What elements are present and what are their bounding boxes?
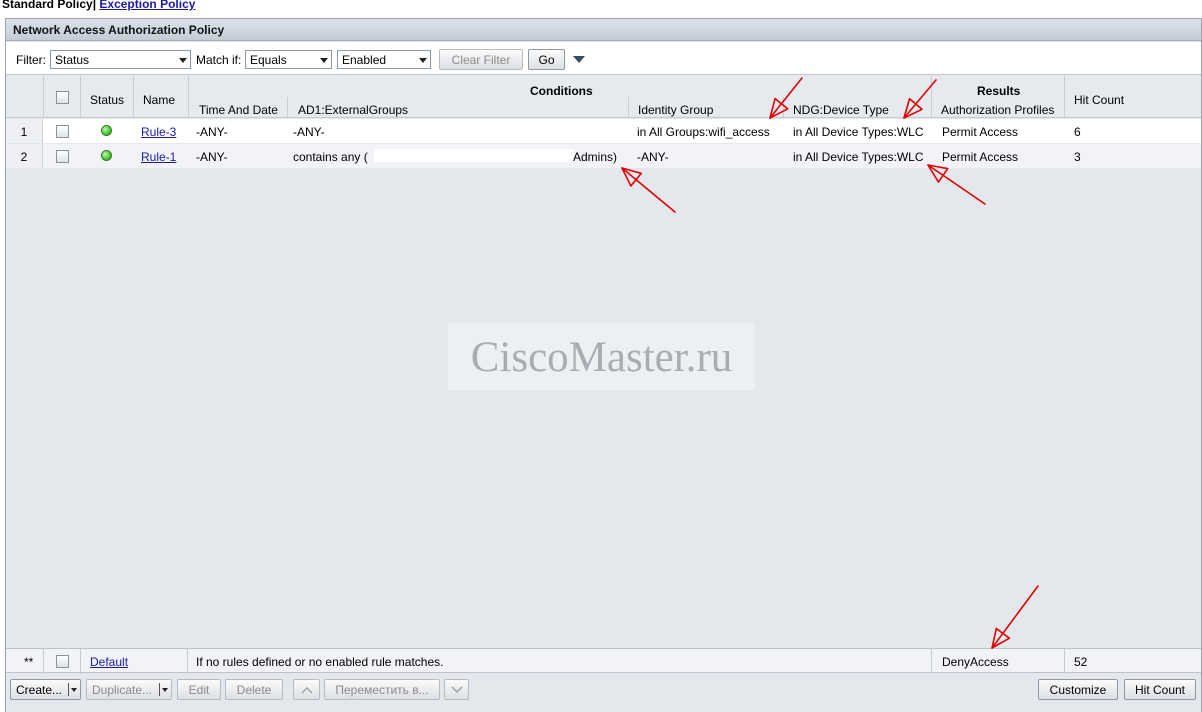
customize-button[interactable]: Customize (1038, 679, 1118, 700)
status-enabled-icon (101, 150, 112, 161)
column-time-and-date[interactable]: Time And Date (199, 103, 278, 117)
watermark: CiscoMaster.ru (448, 323, 755, 390)
column-divider (931, 649, 932, 674)
table-row[interactable]: 1 Rule-3 -ANY- -ANY- in All Groups:wifi_… (6, 119, 1201, 143)
tab-standard-policy[interactable]: Standard Policy (2, 0, 93, 11)
default-rule-row[interactable]: ** Default If no rules defined or no ena… (6, 648, 1201, 674)
chevron-down-icon[interactable] (162, 688, 168, 692)
status-enabled-icon (101, 125, 112, 136)
tab-separator: | (92, 0, 97, 11)
column-divider (133, 76, 134, 118)
table-empty-area (6, 169, 1201, 645)
ad-groups-value: -ANY- (293, 125, 325, 139)
chevron-down-icon (450, 686, 463, 694)
column-divider (80, 76, 81, 118)
default-authorization-profile: DenyAccess (942, 655, 1009, 669)
ad-groups-value-suffix: Admins) (573, 150, 618, 164)
duplicate-button[interactable]: Duplicate... (86, 679, 172, 700)
select-all-checkbox[interactable] (56, 91, 69, 104)
column-group-results: Results (977, 84, 1021, 98)
authorization-profile-value: Permit Access (942, 125, 1019, 139)
create-button[interactable]: Create... (10, 679, 81, 700)
duplicate-button-label: Duplicate... (92, 683, 153, 697)
table-row[interactable]: 2 Rule-1 -ANY- contains any ( Admins) -A… (6, 144, 1201, 168)
column-status[interactable]: Status (90, 93, 124, 107)
column-group-conditions: Conditions (530, 84, 593, 98)
go-button[interactable]: Go (528, 49, 565, 70)
column-divider (931, 76, 932, 118)
column-divider (287, 97, 288, 118)
filter-value: Enabled (342, 53, 387, 67)
chevron-down-icon[interactable] (71, 688, 77, 692)
device-type-value: in All Device Types:WLC (793, 125, 924, 139)
default-rule-marker: ** (24, 655, 34, 669)
device-type-value: in All Device Types:WLC (793, 150, 924, 164)
default-rule-checkbox[interactable] (56, 655, 69, 668)
tab-exception-policy[interactable]: Exception Policy (99, 0, 195, 11)
row-number: 2 (6, 144, 43, 168)
column-divider (1064, 76, 1065, 118)
column-device-type[interactable]: NDG:Device Type (793, 103, 889, 117)
column-authorization-profiles[interactable]: Authorization Profiles (941, 103, 1054, 117)
column-ad-external-groups[interactable]: AD1:ExternalGroups (298, 103, 408, 117)
chevron-down-icon (419, 58, 427, 63)
table-header: Status Name Conditions Time And Date AD1… (6, 76, 1201, 118)
row-number: 1 (6, 119, 43, 143)
time-and-date-value: -ANY- (196, 125, 228, 139)
match-operator-select[interactable]: Equals (245, 50, 332, 69)
column-name[interactable]: Name (143, 93, 175, 107)
identity-group-value: in All Groups:wifi_access (637, 125, 770, 139)
identity-group-value: -ANY- (637, 150, 669, 164)
default-rule-link[interactable]: Default (90, 655, 128, 669)
rule-name-link[interactable]: Rule-1 (141, 150, 176, 164)
column-hit-count[interactable]: Hit Count (1074, 93, 1124, 107)
bottom-toolbar: Create... Duplicate... Edit Delete Перем… (6, 674, 1201, 712)
clear-filter-button[interactable]: Clear Filter (439, 49, 523, 70)
column-divider (43, 76, 44, 118)
hit-count-value: 3 (1074, 150, 1081, 164)
filter-value-select[interactable]: Enabled (337, 50, 431, 69)
move-to-button[interactable]: Переместить в... (324, 679, 440, 700)
column-identity-group[interactable]: Identity Group (638, 103, 713, 117)
time-and-date-value: -ANY- (196, 150, 228, 164)
hit-count-value: 6 (1074, 125, 1081, 139)
policy-tabs: Standard Policy| Exception Policy (2, 0, 195, 11)
column-divider (80, 649, 81, 674)
move-down-button[interactable] (444, 679, 469, 700)
split-divider (159, 683, 160, 696)
column-divider (188, 76, 189, 118)
rule-name-link[interactable]: Rule-3 (141, 125, 176, 139)
filter-label: Filter: (16, 53, 46, 67)
split-divider (68, 683, 69, 696)
column-divider (187, 649, 188, 674)
match-if-label: Match if: (196, 53, 242, 67)
filter-options-dropdown-icon[interactable] (573, 56, 585, 63)
column-divider (628, 97, 629, 118)
delete-button[interactable]: Delete (225, 679, 283, 700)
redaction-mask (374, 149, 574, 162)
row-checkbox[interactable] (56, 125, 69, 138)
filter-field-select[interactable]: Status (50, 50, 191, 69)
column-divider (783, 97, 784, 118)
default-rule-description: If no rules defined or no enabled rule m… (196, 655, 444, 669)
hit-count-button[interactable]: Hit Count (1124, 679, 1196, 700)
filter-bar: Filter: Status Match if: Equals Enabled … (6, 42, 1201, 75)
ad-groups-value-prefix: contains any ( (293, 150, 368, 164)
move-up-button[interactable] (293, 679, 320, 700)
default-hit-count: 52 (1074, 655, 1088, 669)
authorization-policy-panel: Network Access Authorization Policy Filt… (5, 18, 1202, 712)
chevron-up-icon (300, 686, 313, 694)
panel-title: Network Access Authorization Policy (6, 19, 1201, 41)
match-operator-value: Equals (250, 53, 287, 67)
filter-field-value: Status (55, 53, 90, 67)
chevron-down-icon (179, 58, 187, 63)
authorization-profile-value: Permit Access (942, 150, 1019, 164)
chevron-down-icon (320, 58, 328, 63)
create-button-label: Create... (16, 683, 63, 697)
edit-button[interactable]: Edit (177, 679, 221, 700)
row-checkbox[interactable] (56, 150, 69, 163)
column-divider (43, 649, 44, 674)
column-divider (1064, 649, 1065, 674)
